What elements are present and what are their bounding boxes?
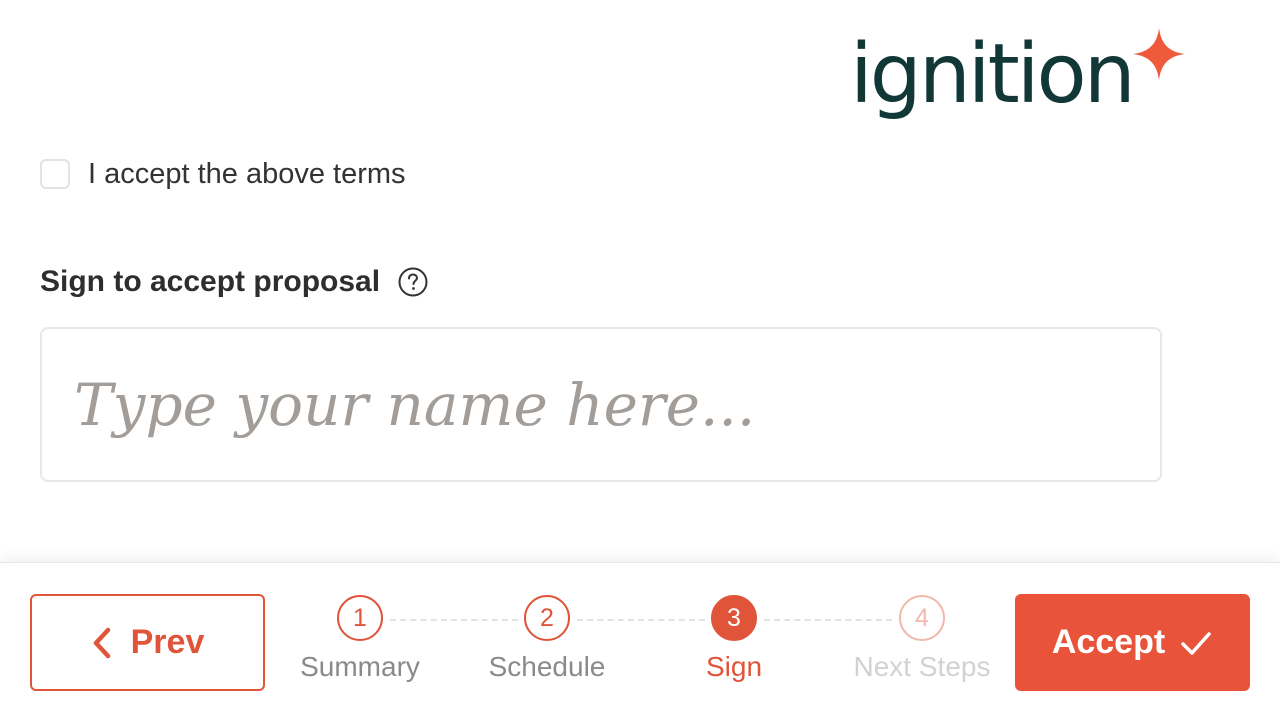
sign-section-header: Sign to accept proposal [40,262,428,302]
step-schedule[interactable]: 2 Schedule [477,595,617,683]
step-number: 4 [899,595,945,641]
logo-wordmark: ignition [850,27,1136,122]
step-summary[interactable]: 1 Summary [290,595,430,683]
chevron-left-icon [93,627,110,658]
accept-terms-row[interactable]: I accept the above terms [40,156,406,192]
sparkle-icon [1133,28,1185,80]
sign-title: Sign to accept proposal [40,265,381,298]
step-number: 1 [337,595,383,641]
accept-terms-label: I accept the above terms [88,157,406,190]
accept-terms-checkbox[interactable] [40,159,70,189]
question-circle-icon[interactable] [398,267,428,297]
ignition-logo: ignition [846,22,1191,142]
signature-input[interactable] [74,357,1114,453]
signature-box [40,327,1162,482]
step-number: 2 [524,595,570,641]
step-label: Next Steps [853,651,991,682]
step-label: Summary [300,651,420,682]
footer-bar: Prev 1 Summary 2 Schedule 3 Sign 4 Next … [0,562,1280,720]
step-sign[interactable]: 3 Sign [664,595,804,683]
step-next-steps[interactable]: 4 Next Steps [852,595,992,683]
accept-button[interactable]: Accept [1015,594,1250,691]
proposal-sign-page: ignition I accept the above terms Sign t… [0,0,1280,720]
step-number: 3 [711,595,757,641]
step-label: Sign [705,651,763,682]
step-label: Schedule [488,651,606,682]
check-icon [1181,631,1211,655]
prev-label: Prev [130,623,205,661]
accept-label: Accept [1051,623,1166,661]
prev-button[interactable]: Prev [30,594,265,691]
progress-stepper: 1 Summary 2 Schedule 3 Sign 4 Next Steps [290,595,1010,695]
